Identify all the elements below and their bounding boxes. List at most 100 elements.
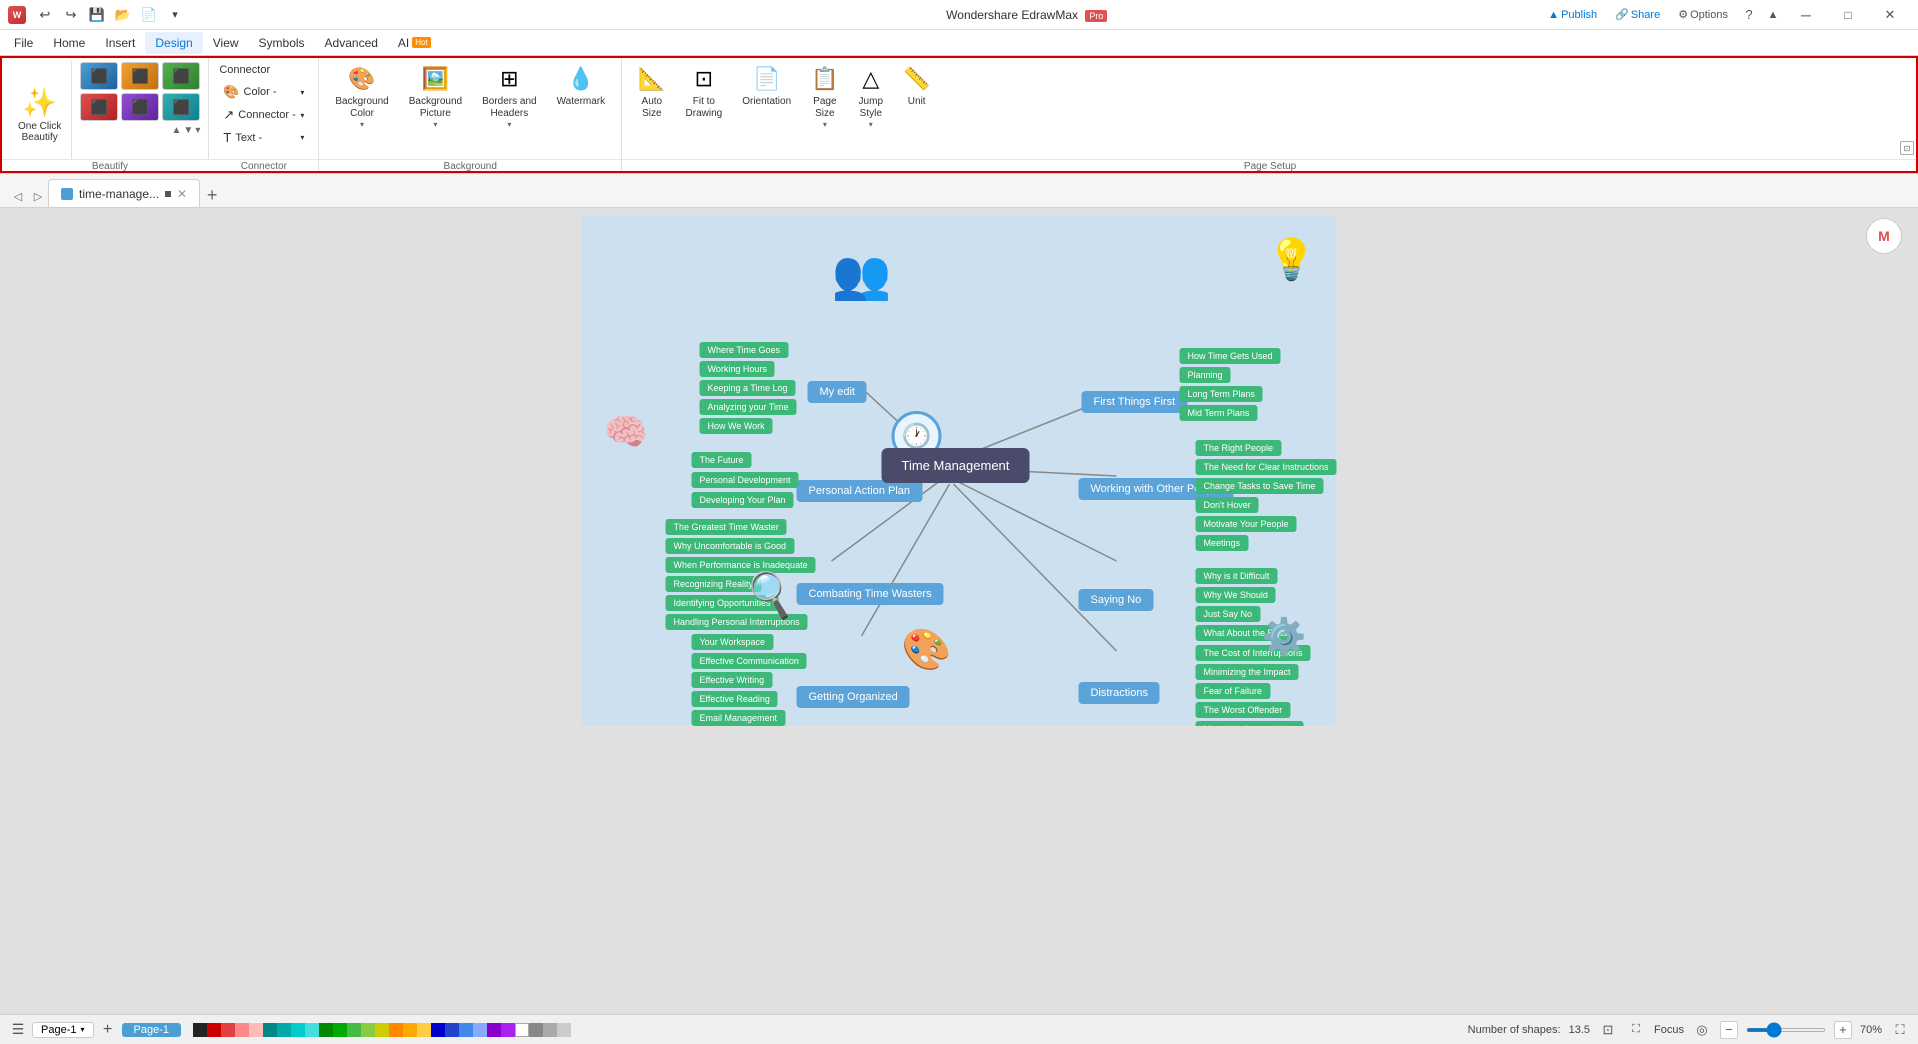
open-button[interactable]: 📂 [112, 4, 134, 26]
fullscreen-button[interactable]: ⛶ [1890, 1020, 1910, 1040]
leaf-working-hours[interactable]: Working Hours [700, 361, 775, 377]
watermark-button[interactable]: 💧 Watermark [549, 60, 614, 114]
leaf-eff-comm[interactable]: Effective Communication [692, 653, 807, 669]
style-2[interactable]: ⬛ [121, 62, 159, 90]
one-click-beautify-button[interactable]: ✨ One Click Beautify [8, 60, 72, 169]
leaf-keeping-time-log[interactable]: Keeping a Time Log [700, 380, 796, 396]
palette-swatch-cyan[interactable] [291, 1023, 305, 1037]
style-5[interactable]: ⬛ [121, 93, 159, 121]
palette-swatch-orange3[interactable] [417, 1023, 431, 1037]
tab-nav-right[interactable]: ▷ [28, 185, 48, 207]
center-node[interactable]: Time Management [882, 448, 1030, 483]
publish-button[interactable]: ▲ Publish [1540, 7, 1605, 23]
leaf-motivate[interactable]: Motivate Your People [1196, 516, 1297, 532]
leaf-where-time-goes[interactable]: Where Time Goes [700, 342, 789, 358]
palette-swatch-blue4[interactable] [473, 1023, 487, 1037]
palette-swatch-green3[interactable] [347, 1023, 361, 1037]
palette-swatch-black[interactable] [193, 1023, 207, 1037]
palette-swatch-lime[interactable] [361, 1023, 375, 1037]
fit-view-button[interactable]: ⊡ [1598, 1020, 1618, 1040]
right-panel-button[interactable]: M [1866, 218, 1902, 254]
leaf-personal-dev[interactable]: Personal Development [692, 472, 799, 488]
palette-swatch-orange[interactable] [389, 1023, 403, 1037]
focus-toggle[interactable]: ◎ [1692, 1020, 1712, 1040]
palette-swatch-teal[interactable] [263, 1023, 277, 1037]
leaf-how-time-used[interactable]: How Time Gets Used [1180, 348, 1281, 364]
palette-swatch-blue2[interactable] [445, 1023, 459, 1037]
orientation-button[interactable]: 📄 Orientation [734, 60, 799, 114]
leaf-long-term[interactable]: Long Term Plans [1180, 386, 1263, 402]
palette-swatch-red[interactable] [207, 1023, 221, 1037]
maximize-button[interactable]: □ [1828, 4, 1868, 26]
leaf-eff-reading[interactable]: Effective Reading [692, 691, 778, 707]
branch-distractions[interactable]: Distractions [1079, 682, 1160, 704]
palette-swatch-purple2[interactable] [501, 1023, 515, 1037]
palette-swatch-green[interactable] [319, 1023, 333, 1037]
leaf-meetings[interactable]: Meetings [1196, 535, 1249, 551]
style-3[interactable]: ⬛ [162, 62, 200, 90]
palette-swatch-blue3[interactable] [459, 1023, 473, 1037]
leaf-email[interactable]: Email Management [692, 710, 786, 726]
auto-size-button[interactable]: 📐 Auto Size [630, 60, 673, 126]
leaf-how-we-work[interactable]: How We Work [700, 418, 773, 434]
leaf-planning[interactable]: Planning [1180, 367, 1231, 383]
leaf-change-tasks[interactable]: Change Tasks to Save Time [1196, 478, 1324, 494]
palette-swatch-gray[interactable] [529, 1023, 543, 1037]
unit-button[interactable]: 📏 Unit [895, 60, 938, 114]
style-down-button[interactable]: ▼ [183, 125, 193, 136]
leaf-developing-plan[interactable]: Developing Your Plan [692, 492, 794, 508]
account-button[interactable]: ? [1738, 4, 1760, 26]
share-button[interactable]: 🔗 Share [1607, 6, 1668, 23]
text-row[interactable]: T Text - ▾ [219, 128, 308, 147]
style-4[interactable]: ⬛ [80, 93, 118, 121]
palette-swatch-pink2[interactable] [249, 1023, 263, 1037]
page-setup-expand-button[interactable]: ⊡ [1900, 141, 1914, 155]
borders-headers-button[interactable]: ⊞ Borders and Headers ▾ [474, 60, 544, 135]
branch-combating[interactable]: Combating Time Wasters [797, 583, 944, 605]
tab-item-time-manage[interactable]: time-manage... ✕ [48, 179, 200, 207]
leaf-future[interactable]: The Future [692, 452, 752, 468]
branch-saying-no[interactable]: Saying No [1079, 589, 1154, 611]
page-tab-active[interactable]: Page-1 [122, 1023, 181, 1037]
collapse-ribbon-button[interactable]: ▲ [1762, 4, 1784, 26]
leaf-performance[interactable]: When Performance is Inadequate [666, 557, 816, 573]
branch-getting-organized[interactable]: Getting Organized [797, 686, 910, 708]
leaf-eff-writing[interactable]: Effective Writing [692, 672, 773, 688]
add-page-button[interactable]: + [98, 1020, 118, 1040]
undo-button[interactable]: ↩ [34, 4, 56, 26]
menu-insert[interactable]: Insert [95, 32, 145, 54]
palette-swatch-teal2[interactable] [277, 1023, 291, 1037]
palette-swatch-purple[interactable] [487, 1023, 501, 1037]
palette-swatch-white[interactable] [515, 1023, 529, 1037]
style-expand-button[interactable]: ▾ [195, 125, 200, 136]
background-color-button[interactable]: 🎨 Background Color ▾ [327, 60, 396, 135]
style-1[interactable]: ⬛ [80, 62, 118, 90]
palette-swatch-gray2[interactable] [543, 1023, 557, 1037]
menu-symbols[interactable]: Symbols [249, 32, 315, 54]
menu-file[interactable]: File [4, 32, 43, 54]
page-size-button[interactable]: 📋 Page Size ▾ [803, 60, 846, 135]
zoom-in-button[interactable]: + [1834, 1021, 1852, 1039]
hamburger-button[interactable]: ☰ [8, 1020, 28, 1040]
leaf-managing-interruptions[interactable]: Managing Interruptions [1196, 721, 1304, 726]
page-selector[interactable]: Page-1 ▾ [32, 1022, 94, 1038]
color-row[interactable]: 🎨 Color - ▾ [219, 82, 308, 102]
palette-swatch-pink[interactable] [235, 1023, 249, 1037]
palette-swatch-orange2[interactable] [403, 1023, 417, 1037]
palette-swatch-gray3[interactable] [557, 1023, 571, 1037]
fit-to-drawing-button[interactable]: ⊡ Fit to Drawing [678, 60, 731, 126]
palette-swatch-cyan2[interactable] [305, 1023, 319, 1037]
menu-design[interactable]: Design [145, 32, 202, 54]
leaf-fear-failure[interactable]: Fear of Failure [1196, 683, 1271, 699]
menu-home[interactable]: Home [43, 32, 95, 54]
leaf-workspace[interactable]: Your Workspace [692, 634, 774, 650]
menu-view[interactable]: View [203, 32, 249, 54]
minimize-button[interactable]: ─ [1786, 4, 1826, 26]
style-6[interactable]: ⬛ [162, 93, 200, 121]
leaf-right-people[interactable]: The Right People [1196, 440, 1282, 456]
leaf-worst-offender[interactable]: The Worst Offender [1196, 702, 1291, 718]
add-tab-button[interactable]: + [200, 183, 224, 207]
leaf-why-should[interactable]: Why We Should [1196, 587, 1276, 603]
close-button[interactable]: ✕ [1870, 4, 1910, 26]
leaf-minimizing[interactable]: Minimizing the Impact [1196, 664, 1299, 680]
